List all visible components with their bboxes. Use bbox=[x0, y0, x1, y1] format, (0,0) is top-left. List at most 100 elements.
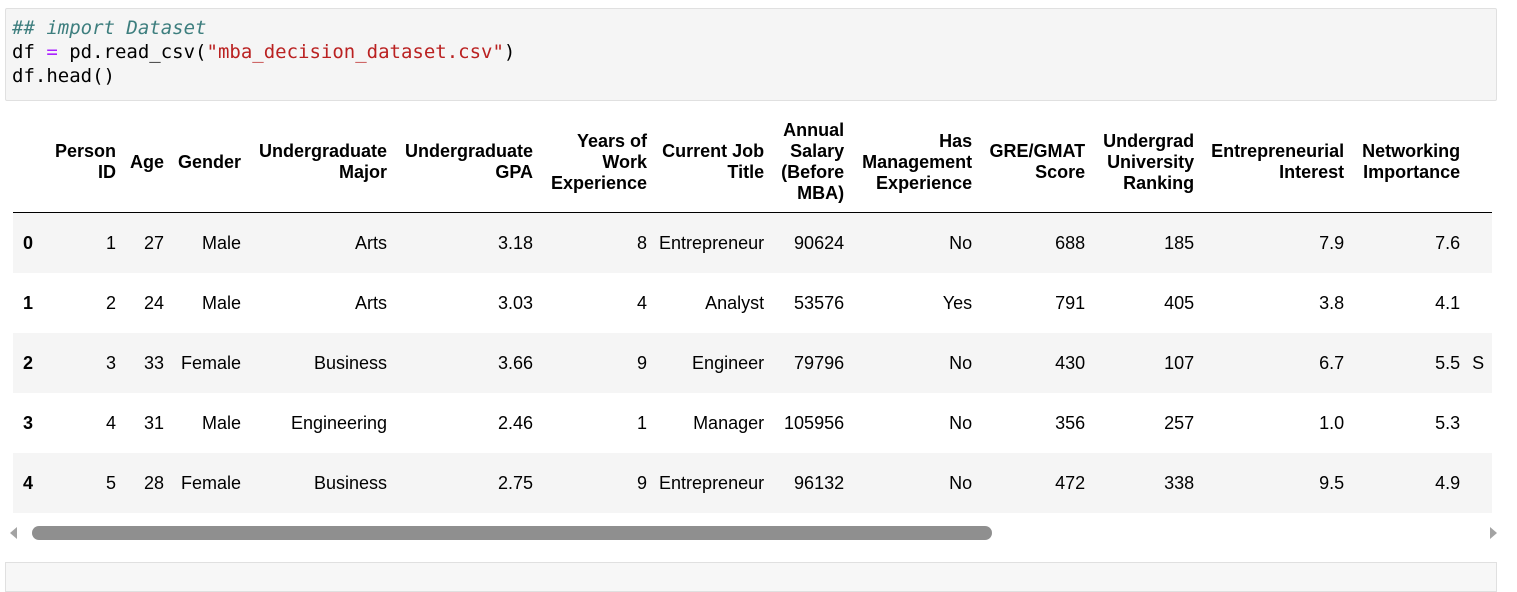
row-index: 1 bbox=[23, 292, 34, 313]
column-header: Annual Salary (Before MBA) bbox=[770, 112, 851, 213]
table-cell: 3.18 bbox=[497, 232, 534, 253]
table-row: 4 5 28 Female Business 2.75 9 Entreprene… bbox=[13, 453, 1493, 513]
table-cell: No bbox=[949, 232, 973, 253]
table-cell: 3.8 bbox=[1319, 292, 1345, 313]
column-header: Undergraduate GPA bbox=[393, 112, 540, 213]
table-cell: 9 bbox=[637, 352, 648, 373]
table-cell: 4.1 bbox=[1435, 292, 1461, 313]
table-cell-clipped bbox=[1466, 393, 1492, 453]
code-comment: ## import Dataset bbox=[12, 17, 207, 39]
column-header: Has Management Experience bbox=[850, 112, 979, 213]
next-code-cell[interactable] bbox=[5, 562, 1497, 592]
table-cell: 96132 bbox=[794, 472, 845, 493]
table-cell: 2 bbox=[106, 292, 117, 313]
code-token: pd.read_csv( bbox=[57, 41, 207, 63]
scroll-left-arrow-icon[interactable] bbox=[10, 527, 17, 539]
table-row: 1 2 24 Male Arts 3.03 4 Analyst 53576 Ye… bbox=[13, 273, 1493, 333]
table-cell: Male bbox=[202, 412, 242, 433]
table-cell: Entrepreneur bbox=[659, 472, 765, 493]
table-cell: 2.75 bbox=[497, 472, 534, 493]
column-header: Gender bbox=[170, 112, 248, 213]
table-cell: Engineer bbox=[692, 352, 765, 373]
table-cell: Entrepreneur bbox=[659, 232, 765, 253]
table-cell: 27 bbox=[144, 232, 165, 253]
table-cell: Engineering bbox=[290, 412, 388, 433]
dataframe-output[interactable]: Person ID Age Gender Undergraduate Major… bbox=[13, 112, 1499, 514]
table-row: 0 1 27 Male Arts 3.18 8 Entrepreneur 906… bbox=[13, 212, 1493, 274]
table-cell-clipped: S bbox=[1472, 352, 1485, 373]
table-cell: 4 bbox=[637, 292, 648, 313]
row-index: 0 bbox=[23, 232, 34, 253]
code-cell[interactable]: ## import Dataset df = pd.read_csv("mba_… bbox=[5, 8, 1497, 101]
column-header: Networking Importance bbox=[1350, 112, 1467, 213]
column-header: Entrepreneurial Interest bbox=[1200, 112, 1351, 213]
table-cell: 79796 bbox=[794, 352, 845, 373]
table-cell: 688 bbox=[1055, 232, 1086, 253]
table-row: 3 4 31 Male Engineering 2.46 1 Manager 1… bbox=[13, 393, 1493, 453]
table-cell: No bbox=[949, 352, 973, 373]
table-cell: 9.5 bbox=[1319, 472, 1345, 493]
table-cell: 4 bbox=[106, 412, 117, 433]
table-cell: No bbox=[949, 412, 973, 433]
table-cell: 107 bbox=[1164, 352, 1195, 373]
table-cell: 3 bbox=[106, 352, 117, 373]
table-cell: Female bbox=[181, 472, 242, 493]
column-header: Years of Work Experience bbox=[539, 112, 654, 213]
table-cell: Business bbox=[313, 472, 388, 493]
table-cell: 6.7 bbox=[1319, 352, 1345, 373]
table-cell: 24 bbox=[144, 292, 165, 313]
code-string: "mba_decision_dataset.csv" bbox=[206, 41, 504, 63]
table-cell: 5.3 bbox=[1435, 412, 1461, 433]
table-cell: No bbox=[949, 472, 973, 493]
code-token: ) bbox=[503, 41, 516, 63]
code-operator: = bbox=[46, 41, 58, 63]
table-row: 2 3 33 Female Business 3.66 9 Engineer 7… bbox=[13, 333, 1493, 393]
table-cell: Male bbox=[202, 232, 242, 253]
table-cell: 4.9 bbox=[1435, 472, 1461, 493]
column-header: Age bbox=[122, 112, 171, 213]
table-cell: Arts bbox=[355, 232, 388, 253]
table-cell: 28 bbox=[144, 472, 165, 493]
table-cell: 9 bbox=[637, 472, 648, 493]
table-cell: 105956 bbox=[784, 412, 845, 433]
index-header bbox=[13, 112, 49, 213]
code-token: df bbox=[12, 41, 47, 63]
table-cell: 257 bbox=[1164, 412, 1195, 433]
table-cell: 3.66 bbox=[497, 352, 534, 373]
table-cell-clipped bbox=[1466, 213, 1492, 274]
table-cell: 7.6 bbox=[1435, 232, 1461, 253]
table-cell: Female bbox=[181, 352, 242, 373]
table-cell: 405 bbox=[1164, 292, 1195, 313]
table-cell-clipped bbox=[1466, 273, 1492, 333]
row-index: 2 bbox=[23, 352, 34, 373]
table-cell: 5.5 bbox=[1435, 352, 1461, 373]
table-cell: Analyst bbox=[705, 292, 765, 313]
dataframe-table: Person ID Age Gender Undergraduate Major… bbox=[13, 112, 1493, 513]
table-cell: 8 bbox=[637, 232, 648, 253]
horizontal-scrollbar[interactable] bbox=[8, 522, 1499, 544]
table-cell: 3.03 bbox=[497, 292, 534, 313]
table-cell-clipped bbox=[1466, 453, 1492, 513]
table-cell: 53576 bbox=[794, 292, 845, 313]
row-index: 4 bbox=[23, 472, 34, 493]
code-line-3: df.head() bbox=[12, 65, 115, 87]
table-cell: 791 bbox=[1055, 292, 1086, 313]
table-cell: 1.0 bbox=[1319, 412, 1345, 433]
header-row: Person ID Age Gender Undergraduate Major… bbox=[13, 112, 1493, 213]
table-cell: Arts bbox=[355, 292, 388, 313]
table-cell: 472 bbox=[1055, 472, 1086, 493]
table-cell: 5 bbox=[106, 472, 117, 493]
column-header: GRE/GMAT Score bbox=[978, 112, 1092, 213]
table-cell: 1 bbox=[106, 232, 117, 253]
scrollbar-thumb[interactable] bbox=[32, 526, 992, 540]
table-cell: 7.9 bbox=[1319, 232, 1345, 253]
table-cell: 1 bbox=[637, 412, 648, 433]
column-header: Person ID bbox=[49, 112, 123, 213]
column-header: Undergrad University Ranking bbox=[1091, 112, 1201, 213]
table-cell: 2.46 bbox=[497, 412, 534, 433]
table-cell: Male bbox=[202, 292, 242, 313]
scroll-right-arrow-icon[interactable] bbox=[1490, 527, 1497, 539]
table-cell: 430 bbox=[1055, 352, 1086, 373]
table-cell: 185 bbox=[1164, 232, 1195, 253]
table-cell: 90624 bbox=[794, 232, 845, 253]
